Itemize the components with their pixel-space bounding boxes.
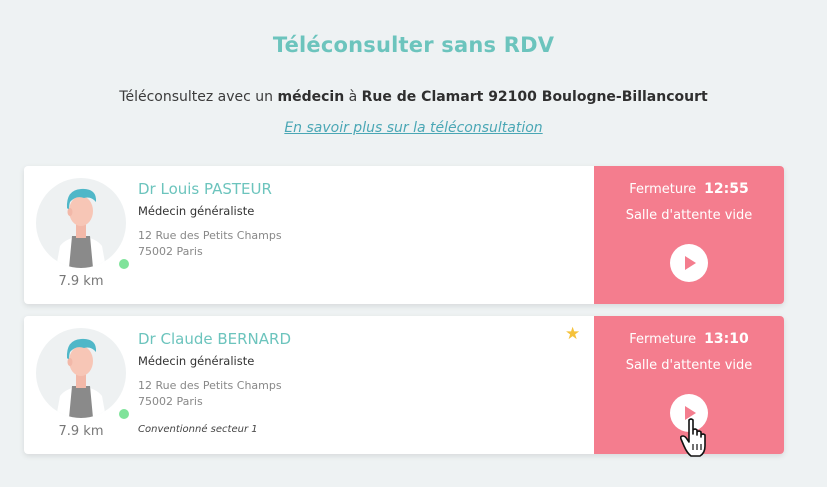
closing-time: 12:55 [704, 181, 749, 197]
closing-info: Fermeture 13:10 [594, 331, 784, 347]
doctor-specialty: Médecin généraliste [138, 204, 255, 218]
start-teleconsultation-panel[interactable]: Fermeture 12:55 Salle d'attente vide [594, 166, 784, 304]
distance-label: 7.9 km [58, 274, 104, 289]
learn-more-link[interactable]: En savoir plus sur la téléconsultation [0, 120, 827, 136]
page-title: Téléconsulter sans RDV [272, 33, 555, 57]
hand-pointer-icon [679, 418, 708, 462]
play-button[interactable] [670, 244, 708, 282]
avatar [36, 178, 131, 271]
online-indicator [117, 407, 131, 421]
page-subtitle: Téléconsultez avec un médecin à Rue de C… [0, 89, 827, 105]
address-line-2: 75002 Paris [138, 395, 203, 408]
online-indicator [117, 257, 131, 271]
distance-label: 7.9 km [58, 424, 104, 439]
address-line-2: 75002 Paris [138, 245, 203, 258]
subtitle-prefix: Téléconsultez avec un [119, 89, 278, 105]
avatar [36, 328, 131, 421]
closing-label: Fermeture [629, 182, 697, 197]
waiting-room-status: Salle d'attente vide [625, 208, 753, 223]
address-line-1: 12 Rue des Petits Champs [138, 229, 282, 242]
play-icon [685, 256, 696, 270]
doctor-specialty: Médecin généraliste [138, 354, 255, 368]
doctor-name[interactable]: Dr Louis PASTEUR [138, 180, 272, 198]
star-icon: ★ [565, 324, 581, 344]
doctor-address: 12 Rue des Petits Champs 75002 Paris [138, 228, 282, 260]
doctor-address: 12 Rue des Petits Champs 75002 Paris [138, 378, 282, 410]
subtitle-specialty: médecin [277, 89, 345, 105]
closing-time: 13:10 [704, 331, 749, 347]
subtitle-middle: à [344, 89, 362, 105]
doctor-name[interactable]: Dr Claude BERNARD [138, 330, 291, 348]
closing-info: Fermeture 12:55 [594, 181, 784, 197]
address-line-1: 12 Rue des Petits Champs [138, 379, 282, 392]
closing-label: Fermeture [629, 332, 697, 347]
doctor-card: 7.9 km Dr Louis PASTEUR Médecin générali… [24, 166, 784, 304]
subtitle-location: Rue de Clamart 92100 Boulogne-Billancour… [361, 89, 708, 105]
doctor-card: 7.9 km Dr Claude BERNARD Médecin général… [24, 316, 784, 454]
waiting-room-status: Salle d'attente vide [625, 358, 753, 373]
convention-label: Conventionné secteur 1 [138, 424, 258, 435]
